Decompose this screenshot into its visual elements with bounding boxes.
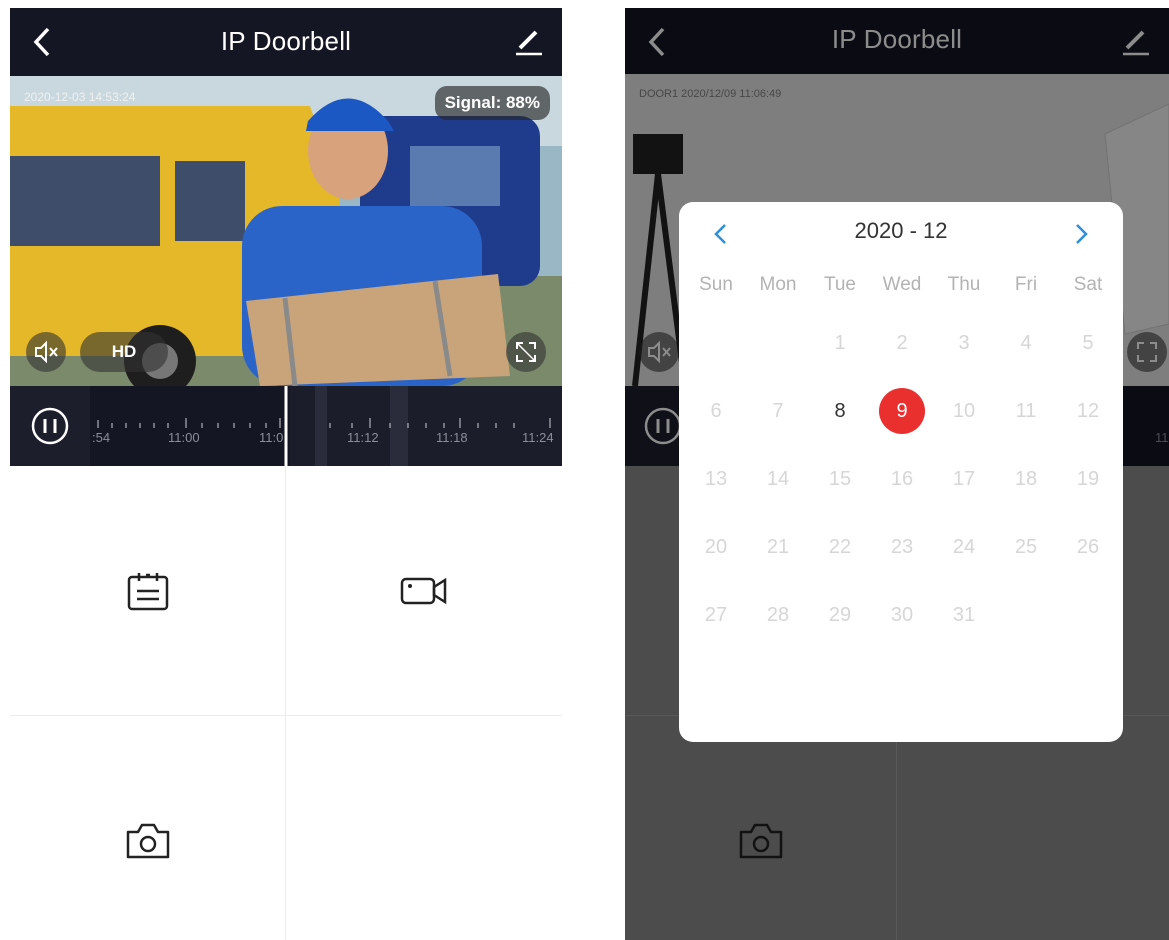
signal-badge: Signal: 88% xyxy=(434,86,550,120)
doorbell-live-screen: IP Doorbell 2020-12-03 14:53:24 Signal: … xyxy=(10,8,562,940)
calendar-day: 28 xyxy=(766,604,790,626)
hd-toggle-button[interactable]: HD xyxy=(80,332,168,372)
calendar-day: 30 xyxy=(890,604,914,626)
calendar-day: 11 xyxy=(1015,400,1037,422)
weekday-header: Wed xyxy=(882,274,922,295)
playback-timeline[interactable]: :54 11:00 11:0 11:12 11:18 11:24 xyxy=(10,386,562,466)
weekday-header: Thu xyxy=(947,274,981,295)
live-video-view[interactable]: 2020-12-03 14:53:24 Signal: 88% HD xyxy=(10,76,562,386)
weekday-header: Fri xyxy=(1014,274,1038,295)
month-label: 2020 - 12 xyxy=(854,218,948,243)
timeline-label: :54 xyxy=(92,430,111,445)
calendar-day-selected[interactable]: 9 xyxy=(879,388,925,434)
calendar-day: 6 xyxy=(710,400,722,422)
timeline-label: 11:00 xyxy=(168,430,200,445)
calendar-day: 24 xyxy=(952,536,976,558)
calendar-day: 13 xyxy=(704,468,728,490)
calendar-day: 12 xyxy=(1076,400,1100,422)
edit-icon[interactable] xyxy=(514,26,544,56)
page-title: IP Doorbell xyxy=(220,26,352,56)
calendar-day: 16 xyxy=(890,468,914,490)
calendar-day: 19 xyxy=(1076,468,1100,490)
timeline-label: 11:12 xyxy=(347,430,379,445)
calendar-day[interactable]: 8 xyxy=(817,388,863,434)
event-log-button[interactable] xyxy=(10,466,286,716)
snapshot-camera-icon xyxy=(126,823,169,858)
timeline-label: 11:24 xyxy=(522,430,554,445)
calendar-day: 3 xyxy=(958,332,970,354)
calendar-day: 10 xyxy=(952,400,976,422)
snapshot-button[interactable] xyxy=(10,716,286,940)
calendar-day: 17 xyxy=(952,468,976,490)
calendar-day: 20 xyxy=(704,536,728,558)
calendar-day: 14 xyxy=(766,468,790,490)
calendar-day: 15 xyxy=(828,468,852,490)
weekday-header: Sat xyxy=(1073,274,1103,295)
calendar-day: 21 xyxy=(766,536,790,558)
weekday-header: Sun xyxy=(699,274,733,295)
calendar-day: 26 xyxy=(1076,536,1100,558)
doorbell-calendar-screen: IP Doorbell DOOR1 2020/12/09 11:06:49 11… xyxy=(625,8,1169,940)
timeline-track xyxy=(97,386,562,466)
calendar-day: 1 xyxy=(834,332,846,354)
calendar-day: 27 xyxy=(704,604,728,626)
timeline-label: 11:18 xyxy=(436,430,468,445)
calendar-day: 29 xyxy=(828,604,852,626)
empty-cell xyxy=(286,716,562,940)
calendar-day: 25 xyxy=(1014,536,1038,558)
calendar-day: 18 xyxy=(1014,468,1038,490)
calendar-day: 5 xyxy=(1082,332,1094,354)
calendar-day: 2 xyxy=(896,332,908,354)
next-month-icon[interactable] xyxy=(1071,222,1091,246)
pause-icon xyxy=(31,407,69,445)
video-record-icon xyxy=(400,577,447,604)
fullscreen-icon xyxy=(516,342,536,362)
calendar-day: 4 xyxy=(1020,332,1032,354)
video-record-button[interactable] xyxy=(286,466,562,716)
calendar-day: 22 xyxy=(828,536,852,558)
weekday-header: Mon xyxy=(759,274,797,295)
pause-button[interactable] xyxy=(10,386,90,466)
weekday-header: Tue xyxy=(823,274,857,295)
calendar-day: 7 xyxy=(772,400,784,422)
speaker-muted-icon xyxy=(35,340,58,364)
event-log-icon xyxy=(127,572,168,610)
top-bar: IP Doorbell xyxy=(10,8,562,76)
calendar-day: 31 xyxy=(952,604,976,626)
video-timestamp: 2020-12-03 14:53:24 xyxy=(24,90,136,104)
fullscreen-button[interactable] xyxy=(506,332,546,372)
mute-button[interactable] xyxy=(26,332,66,372)
calendar-day: 23 xyxy=(890,536,914,558)
date-picker: 2020 - 12 Sun Mon Tue Wed Thu Fri Sat 1 2 3 4 5 6 7 8 9… xyxy=(679,202,1123,742)
timeline-label: 11:0 xyxy=(259,430,284,445)
action-grid xyxy=(10,466,562,940)
